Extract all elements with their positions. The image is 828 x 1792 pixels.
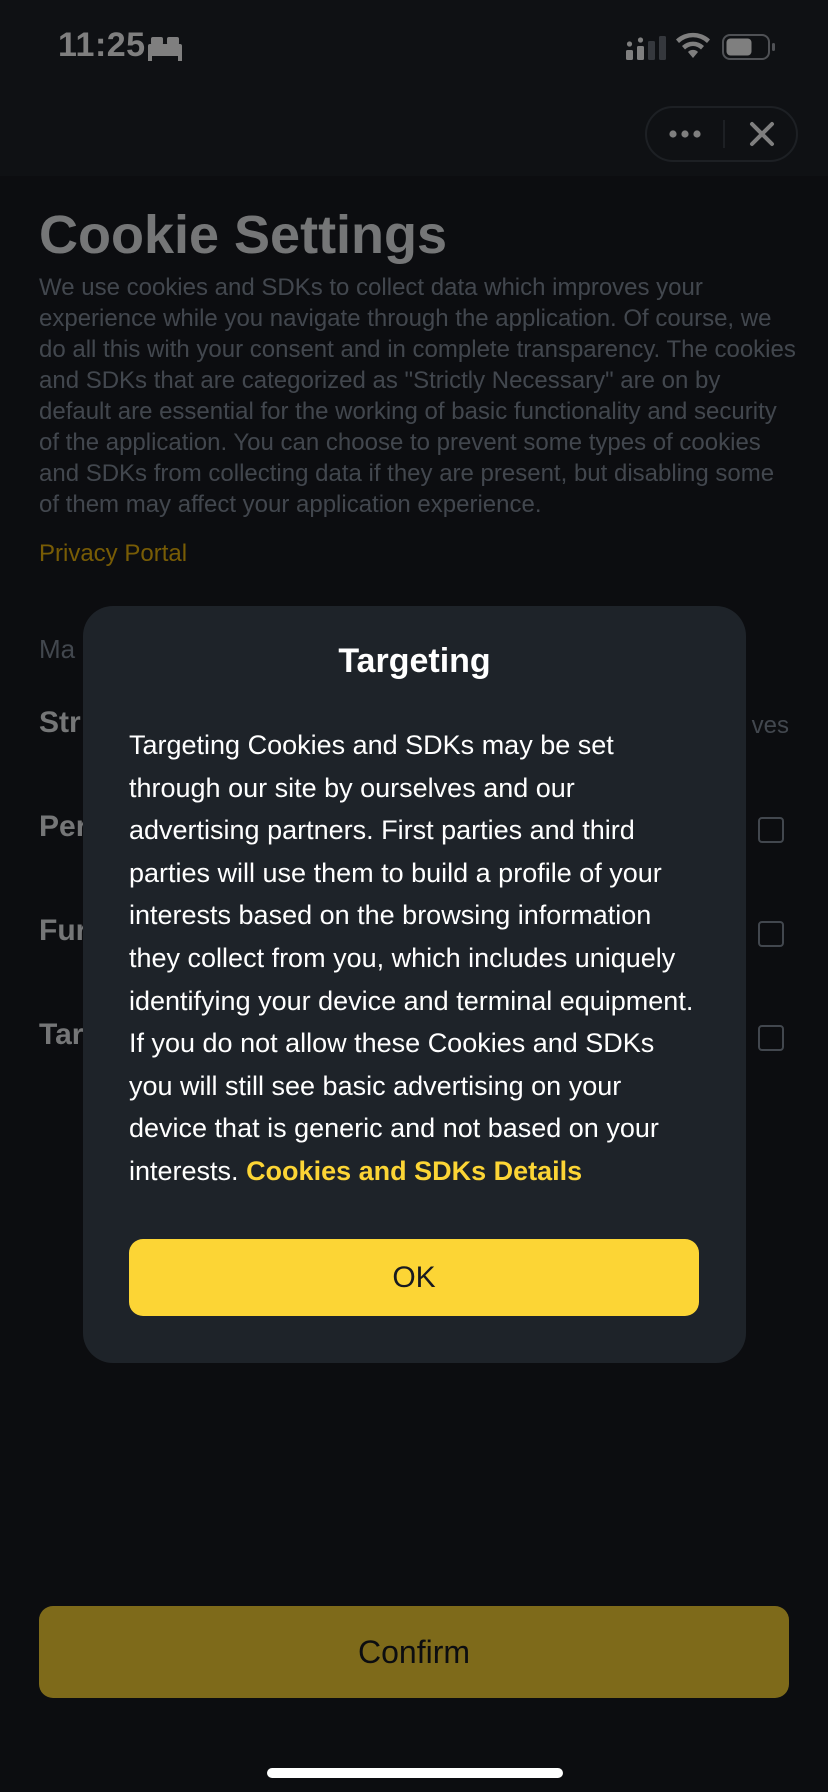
cookies-details-link[interactable]: Cookies and SDKs Details — [246, 1156, 582, 1186]
dialog-body: Targeting Cookies and SDKs may be set th… — [129, 724, 704, 1193]
targeting-dialog: Targeting Targeting Cookies and SDKs may… — [83, 606, 746, 1363]
dialog-title: Targeting — [338, 642, 491, 680]
dialog-body-text: Targeting Cookies and SDKs may be set th… — [129, 730, 694, 1186]
ok-button[interactable]: OK — [129, 1239, 699, 1316]
home-indicator[interactable] — [267, 1768, 563, 1778]
